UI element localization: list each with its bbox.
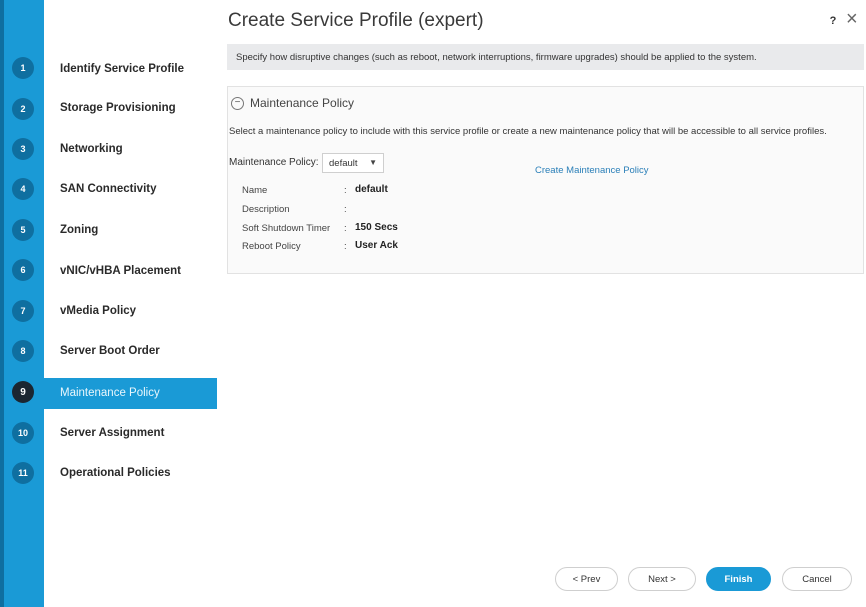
step-badge-6[interactable]: 6 — [12, 259, 34, 281]
step-vmedia-policy[interactable]: vMedia Policy — [60, 305, 136, 317]
strip-edge — [0, 0, 4, 607]
detail-sep-soft-shutdown-timer: : — [344, 223, 347, 234]
create-maintenance-policy-link[interactable]: Create Maintenance Policy — [535, 165, 649, 176]
step-badge-10[interactable]: 10 — [12, 422, 34, 444]
prev-button[interactable]: < Prev — [555, 567, 618, 591]
info-banner-text: Specify how disruptive changes (such as … — [236, 51, 757, 63]
step-zoning[interactable]: Zoning — [60, 224, 98, 236]
next-button[interactable]: Next > — [628, 567, 696, 591]
detail-key-soft-shutdown-timer: Soft Shutdown Timer — [242, 223, 331, 234]
step-badge-9-active[interactable]: 9 — [12, 381, 34, 403]
page-title: Create Service Profile (expert) — [228, 10, 484, 31]
panel-title: Maintenance Policy — [250, 96, 355, 110]
info-banner: Specify how disruptive changes (such as … — [227, 44, 864, 70]
detail-value-soft-shutdown-timer: 150 Secs — [355, 222, 398, 233]
chevron-down-icon: ▼ — [369, 158, 377, 167]
step-vnic-vhba-placement[interactable]: vNIC/vHBA Placement — [60, 265, 181, 277]
step-networking[interactable]: Networking — [60, 143, 123, 155]
finish-button[interactable]: Finish — [706, 567, 771, 591]
step-badge-7[interactable]: 7 — [12, 300, 34, 322]
step-badge-5[interactable]: 5 — [12, 219, 34, 241]
maintenance-policy-label: Maintenance Policy: — [229, 157, 319, 168]
detail-value-reboot-policy: User Ack — [355, 240, 398, 251]
detail-key-name: Name — [242, 185, 268, 196]
step-san-connectivity[interactable]: SAN Connectivity — [60, 183, 157, 195]
step-server-assignment[interactable]: Server Assignment — [60, 427, 164, 439]
step-badge-11[interactable]: 11 — [12, 462, 34, 484]
step-badge-8[interactable]: 8 — [12, 340, 34, 362]
maintenance-policy-panel — [227, 86, 864, 274]
detail-sep-name: : — [344, 185, 347, 196]
step-badge-1[interactable]: 1 — [12, 57, 34, 79]
step-badge-4[interactable]: 4 — [12, 178, 34, 200]
detail-sep-reboot-policy: : — [344, 241, 347, 252]
step-badge-2[interactable]: 2 — [12, 98, 34, 120]
detail-key-reboot-policy: Reboot Policy — [242, 241, 301, 252]
detail-key-description: Description — [242, 204, 290, 215]
panel-description: Select a maintenance policy to include w… — [229, 126, 827, 137]
step-maintenance-policy[interactable]: Maintenance Policy — [60, 387, 160, 399]
step-server-boot-order[interactable]: Server Boot Order — [60, 345, 160, 357]
detail-value-name: default — [355, 184, 388, 195]
step-badge-3[interactable]: 3 — [12, 138, 34, 160]
step-identify-service-profile[interactable]: Identify Service Profile — [60, 63, 184, 75]
help-icon[interactable]: ? — [826, 14, 840, 28]
maintenance-policy-select[interactable]: default ▼ — [322, 153, 384, 173]
step-operational-policies[interactable]: Operational Policies — [60, 467, 171, 479]
panel-header[interactable]: − Maintenance Policy — [231, 96, 354, 110]
collapse-icon[interactable]: − — [231, 96, 244, 110]
cancel-button[interactable]: Cancel — [782, 567, 852, 591]
detail-sep-description: : — [344, 204, 347, 215]
step-storage-provisioning[interactable]: Storage Provisioning — [60, 102, 176, 114]
wizard-step-list — [44, 0, 217, 607]
maintenance-policy-value: default — [329, 157, 358, 169]
close-icon[interactable]: × — [846, 9, 858, 29]
